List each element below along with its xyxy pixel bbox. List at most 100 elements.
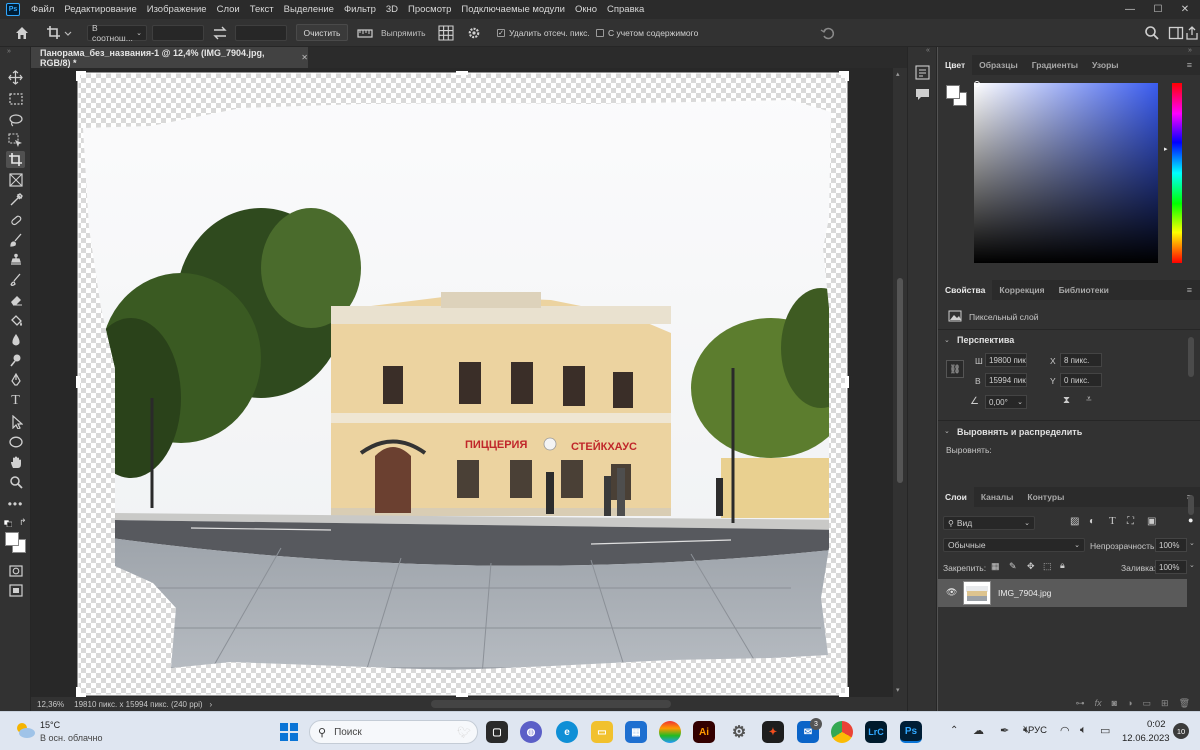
grid-overlay-icon[interactable] [438,25,454,41]
hue-slider[interactable] [1172,83,1182,263]
hand-tool-icon[interactable] [6,453,25,470]
clone-stamp-tool-icon[interactable] [6,251,25,268]
eyedropper-tool-icon[interactable] [6,191,25,208]
app-color-icon[interactable] [659,721,681,743]
menu-help[interactable]: Справка [602,4,649,15]
type-tool-icon[interactable]: T [6,392,25,409]
more-tools-icon[interactable]: ••• [6,495,25,512]
swap-colors-icon[interactable]: ↱ [19,517,27,528]
crop-height-input[interactable] [235,25,287,41]
collapse-toolbar-icon[interactable]: » [7,48,11,55]
tab-channels[interactable]: Каналы [974,487,1021,507]
crop-tool-preset-icon[interactable] [46,25,72,41]
tab-gradients[interactable]: Градиенты [1025,55,1085,75]
delete-cropped-pixels-checkbox[interactable]: ✓ Удалить отсеч. пикс. [497,28,590,38]
tab-libraries[interactable]: Библиотеки [1052,280,1116,300]
color-panel-foreground-swatch[interactable] [946,85,960,99]
menu-plugins[interactable]: Подключаемые модули [456,4,570,15]
edge-icon[interactable]: e [556,721,578,743]
menu-file[interactable]: Файл [26,4,59,15]
default-colors-icon[interactable] [3,519,13,528]
filter-pixel-icon[interactable]: ▨ [1070,516,1079,527]
task-view-icon[interactable]: ▢ [486,721,508,743]
scroll-down-icon[interactable]: ▾ [896,686,900,694]
marquee-tool-icon[interactable] [6,90,25,107]
filter-toggle-icon[interactable]: ● [1188,515,1193,525]
pen-icon[interactable]: ✒ [1000,724,1009,737]
onedrive-icon[interactable]: ☁ [973,724,984,737]
fx-icon[interactable]: fx [1095,698,1102,708]
delete-layer-icon[interactable]: 🗑︎ [1179,698,1190,709]
weather-temp[interactable]: 15°C [40,720,60,730]
new-group-icon[interactable]: ▭ [1143,698,1152,709]
file-explorer-icon[interactable]: ▭ [591,721,613,743]
fill-chevron-icon[interactable]: ⌄ [1189,561,1195,569]
lock-pixels-icon[interactable]: ✎ [1009,561,1017,572]
swap-dimensions-icon[interactable] [212,26,228,40]
crop-width-input[interactable] [152,25,204,41]
section-perspective[interactable]: Перспектива [957,335,1014,345]
settings-gear-icon[interactable]: ⚙ [728,721,750,743]
crop-tool-icon[interactable] [6,151,25,168]
tab-paths[interactable]: Контуры [1020,487,1071,507]
weather-desc[interactable]: В осн. облачно [40,733,102,743]
lasso-tool-icon[interactable] [6,111,25,128]
canvas-area[interactable]: ПИЦЦЕРИЯ СТЕЙКХАУС [31,68,893,697]
path-selection-tool-icon[interactable] [6,413,25,430]
tab-properties[interactable]: Свойства [938,280,993,300]
panel-menu-icon[interactable]: ≡ [1187,60,1192,70]
layer-row[interactable]: 👁︎ IMG_7904.jpg [938,579,1187,607]
filter-type-icon[interactable]: T [1109,515,1116,527]
workspace-icon[interactable] [1168,25,1184,41]
notification-badge[interactable]: 10 [1173,723,1189,739]
layer-name[interactable]: IMG_7904.jpg [998,588,1051,598]
frame-tool-icon[interactable] [6,171,25,188]
search-icon[interactable] [1144,25,1160,41]
reset-crop-icon[interactable] [820,25,836,41]
comments-panel-icon[interactable] [915,87,930,102]
angle-input[interactable]: 0,00° ⌄ [985,395,1027,409]
status-menu-arrow-icon[interactable]: › [210,700,213,709]
taskbar-search[interactable]: ⚲ Поиск 🐦︎ [309,720,478,744]
figma-icon[interactable]: ✦ [762,721,784,743]
panorama-canvas[interactable]: ПИЦЦЕРИЯ СТЕЙКХАУС [31,68,893,697]
healing-brush-tool-icon[interactable] [6,211,25,228]
zoom-tool-icon[interactable] [6,473,25,490]
document-tab[interactable]: Панорама_без_названия-1 @ 12,4% (IMG_790… [31,47,308,68]
gear-icon[interactable] [466,25,482,41]
opacity-input[interactable]: 100% [1155,538,1187,552]
ratio-select[interactable]: В соотнош... ⌄ [87,23,147,43]
battery-icon[interactable]: ▭ [1100,724,1110,737]
tab-color[interactable]: Цвет [938,55,973,75]
expand-align-icon[interactable]: ⌄ [944,427,950,435]
scroll-up-icon[interactable]: ▴ [896,70,900,78]
collapse-right-panels-icon[interactable]: » [1188,47,1192,54]
tray-chevron-icon[interactable]: ⌃ [950,725,958,736]
menu-layers[interactable]: Слои [212,4,245,15]
menu-image[interactable]: Изображение [142,4,212,15]
maximize-button[interactable]: ☐ [1143,0,1173,19]
menu-select[interactable]: Выделение [279,4,339,15]
vertical-scroll-thumb[interactable] [897,278,903,483]
color-saturation-field[interactable] [974,83,1158,263]
x-input[interactable]: 8 пикс. [1060,353,1102,367]
paint-bucket-tool-icon[interactable] [6,311,25,328]
tab-layers[interactable]: Слои [938,487,974,507]
object-selection-tool-icon[interactable] [6,132,25,149]
clock-date[interactable]: 12.06.2023 [1122,733,1170,744]
lock-transparency-icon[interactable]: ▦ [991,561,1000,572]
menu-edit[interactable]: Редактирование [59,4,141,15]
color-picker-marker[interactable] [974,81,980,87]
foreground-color-swatch[interactable] [5,532,19,546]
weather-icon[interactable] [14,721,36,739]
clear-button[interactable]: Очистить [296,24,348,41]
quick-mask-icon[interactable] [6,562,25,579]
zoom-level[interactable]: 12,36% [37,700,64,709]
input-language[interactable]: РУС [1028,725,1047,736]
blend-mode-select[interactable]: Обычные ⌄ [943,538,1085,552]
close-tab-icon[interactable]: ✕ [301,53,308,62]
photoshop-taskbar-icon[interactable]: Ps [900,721,922,743]
menu-view[interactable]: Просмотр [403,4,456,15]
filter-shape-icon[interactable]: ⛶ [1127,516,1134,527]
menu-3d[interactable]: 3D [381,4,403,15]
